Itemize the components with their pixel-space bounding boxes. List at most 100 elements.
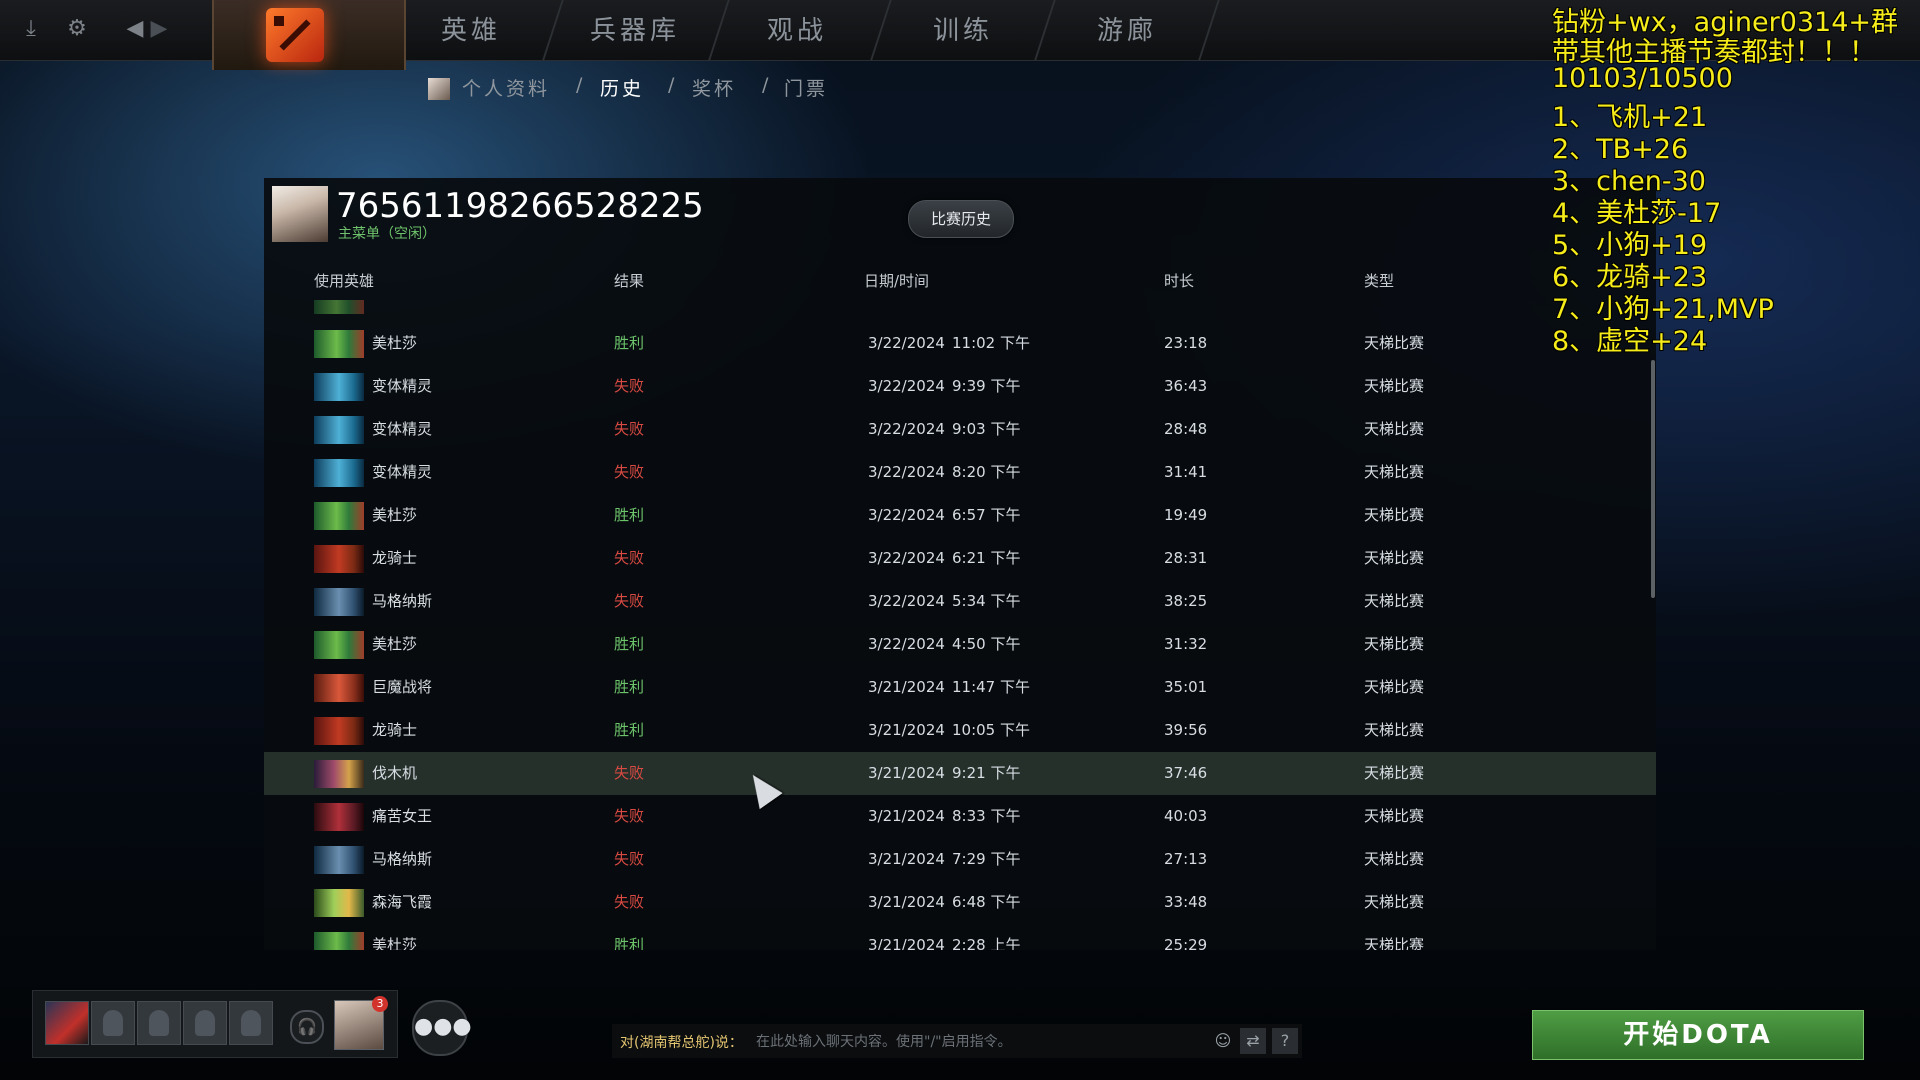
- tab-arcade[interactable]: 游廊: [1052, 0, 1202, 60]
- table-row[interactable]: 变体精灵 失败 3/22/2024 8:20 下午 31:41 天梯比赛: [264, 451, 1656, 494]
- hero-portrait: [314, 373, 364, 401]
- empty-user-icon: [103, 1010, 123, 1036]
- hero-portrait: [314, 631, 364, 659]
- dota-logo-button[interactable]: [212, 0, 406, 70]
- player-status: 主菜单（空闲）: [338, 226, 436, 242]
- avatar[interactable]: [272, 186, 328, 242]
- column-header-result[interactable]: 结果: [614, 270, 644, 291]
- match-time: 8:33 下午: [952, 807, 1021, 825]
- scrollbar[interactable]: [1651, 360, 1655, 598]
- hero-name: 美杜莎: [372, 635, 418, 653]
- match-date: 3/22/2024: [868, 463, 945, 481]
- table-row[interactable]: 马格纳斯 失败 3/22/2024 5:34 下午 38:25 天梯比赛: [264, 580, 1656, 623]
- match-date: 3/21/2024: [868, 678, 945, 696]
- tab-learn[interactable]: 训练: [888, 0, 1038, 60]
- empty-user-icon: [195, 1010, 215, 1036]
- subnav-trophies[interactable]: 奖杯: [692, 74, 736, 101]
- chat-input[interactable]: [754, 1028, 1204, 1056]
- play-dota-button[interactable]: 开始DOTA: [1532, 1010, 1864, 1060]
- tab-armory[interactable]: 兵器库: [560, 0, 710, 60]
- table-row[interactable]: 美杜莎 胜利 3/21/2024 2:28 上午 25:29 天梯比赛: [264, 924, 1656, 950]
- overlay-line: 10103/10500: [1552, 63, 1733, 94]
- match-date: 3/22/2024: [868, 377, 945, 395]
- match-type: 天梯比赛: [1364, 807, 1425, 825]
- table-row[interactable]: 美杜莎 胜利 3/22/2024 4:50 下午 31:32 天梯比赛: [264, 623, 1656, 666]
- match-result: 失败: [614, 377, 645, 395]
- chat-channel-label[interactable]: 对(湖南帮总舵)说：: [620, 1032, 743, 1052]
- table-row[interactable]: 森海飞霞 失败 3/21/2024 6:48 下午 33:48 天梯比赛: [264, 881, 1656, 924]
- match-duration: 38:25: [1164, 592, 1208, 610]
- forward-arrow-icon[interactable]: ▶: [144, 14, 174, 44]
- subnav-profile[interactable]: 个人资料: [462, 74, 550, 101]
- match-date: 3/21/2024: [868, 850, 945, 868]
- subnav-tickets[interactable]: 门票: [784, 74, 828, 101]
- empty-user-icon: [149, 1010, 169, 1036]
- table-row-partial-top[interactable]: [264, 300, 1656, 321]
- column-header-datetime[interactable]: 日期/时间: [864, 270, 929, 291]
- collapse-icon[interactable]: ⤓: [16, 14, 46, 44]
- emoji-icon[interactable]: ☺: [1210, 1028, 1236, 1054]
- match-time: 9:39 下午: [952, 377, 1021, 395]
- subnav-history[interactable]: 历史: [600, 74, 644, 101]
- match-date: 3/21/2024: [868, 936, 945, 950]
- match-result: 失败: [614, 549, 645, 567]
- hero-name: 变体精灵: [372, 463, 433, 481]
- table-row[interactable]: 美杜莎 胜利 3/22/2024 6:57 下午 19:49 天梯比赛: [264, 494, 1656, 537]
- social-button[interactable]: ●●●: [412, 1000, 472, 1056]
- match-history-button[interactable]: 比赛历史: [908, 200, 1014, 238]
- party-slot-empty[interactable]: [137, 1001, 181, 1045]
- match-time: 4:50 下午: [952, 635, 1021, 653]
- empty-user-icon: [241, 1010, 261, 1036]
- gear-icon[interactable]: ⚙: [62, 14, 92, 44]
- party-slot-empty[interactable]: [91, 1001, 135, 1045]
- match-type: 天梯比赛: [1364, 764, 1425, 782]
- hero-portrait: [314, 330, 364, 358]
- hero-portrait: [314, 932, 364, 950]
- table-row[interactable]: 美杜莎 胜利 3/22/2024 11:02 下午 23:18 天梯比赛: [264, 322, 1656, 365]
- match-type: 天梯比赛: [1364, 420, 1425, 438]
- table-row[interactable]: 变体精灵 失败 3/22/2024 9:03 下午 28:48 天梯比赛: [264, 408, 1656, 451]
- table-row[interactable]: 龙骑士 失败 3/22/2024 6:21 下午 28:31 天梯比赛: [264, 537, 1656, 580]
- match-time: 6:21 下午: [952, 549, 1021, 567]
- column-header-hero[interactable]: 使用英雄: [314, 270, 374, 291]
- notification-badge: 3: [372, 996, 388, 1012]
- party-slot-self[interactable]: [45, 1001, 89, 1045]
- table-row[interactable]: 痛苦女王 失败 3/21/2024 8:33 下午 40:03 天梯比赛: [264, 795, 1656, 838]
- table-row[interactable]: 马格纳斯 失败 3/21/2024 7:29 下午 27:13 天梯比赛: [264, 838, 1656, 881]
- match-date: 3/21/2024: [868, 764, 945, 782]
- chat-mode-icon[interactable]: ⇄: [1240, 1028, 1266, 1054]
- dota-logo-icon: [266, 8, 324, 62]
- hero-portrait: [314, 760, 364, 788]
- match-date: 3/21/2024: [868, 893, 945, 911]
- table-row[interactable]: 龙骑士 胜利 3/21/2024 10:05 下午 39:56 天梯比赛: [264, 709, 1656, 752]
- match-date: 3/22/2024: [868, 334, 945, 352]
- hero-portrait: [314, 300, 364, 314]
- help-button[interactable]: ?: [1272, 1028, 1298, 1054]
- match-time: 10:05 下午: [952, 721, 1030, 739]
- party-slot-empty[interactable]: [183, 1001, 227, 1045]
- hero-portrait: [314, 459, 364, 487]
- hero-portrait: [314, 803, 364, 831]
- match-result: 失败: [614, 764, 645, 782]
- match-type: 天梯比赛: [1364, 635, 1425, 653]
- match-duration: 40:03: [1164, 807, 1208, 825]
- table-row[interactable]: 巨魔战将 胜利 3/21/2024 11:47 下午 35:01 天梯比赛: [264, 666, 1656, 709]
- tab-heroes[interactable]: 英雄: [396, 0, 546, 60]
- table-row-hovered[interactable]: 伐木机 失败 3/21/2024 9:21 下午 37:46 天梯比赛: [264, 752, 1656, 795]
- subnav-separator: /: [576, 74, 586, 96]
- match-duration: 19:49: [1164, 506, 1208, 524]
- table-row[interactable]: 变体精灵 失败 3/22/2024 9:39 下午 36:43 天梯比赛: [264, 365, 1656, 408]
- match-result: 胜利: [614, 721, 645, 739]
- match-type: 天梯比赛: [1364, 592, 1425, 610]
- hero-name: 美杜莎: [372, 936, 418, 950]
- hero-name: 巨魔战将: [372, 678, 433, 696]
- hero-portrait: [314, 416, 364, 444]
- column-header-duration[interactable]: 时长: [1164, 270, 1194, 291]
- party-slot-empty[interactable]: [229, 1001, 273, 1045]
- hero-name: 美杜莎: [372, 334, 418, 352]
- match-time: 9:21 下午: [952, 764, 1021, 782]
- tab-watch[interactable]: 观战: [722, 0, 872, 60]
- match-result: 失败: [614, 592, 645, 610]
- headset-icon[interactable]: 🎧: [290, 1010, 324, 1044]
- column-header-type[interactable]: 类型: [1364, 270, 1394, 291]
